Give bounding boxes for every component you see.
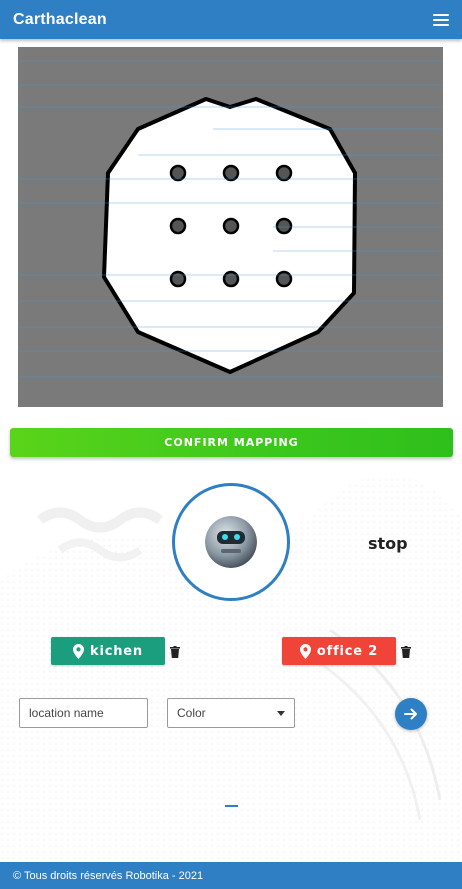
- robot-status-label[interactable]: stop: [368, 534, 408, 553]
- obstacle-marker: [169, 270, 187, 288]
- location-chip-office-2[interactable]: office 2: [282, 637, 396, 665]
- robot-face-icon: [205, 516, 257, 568]
- obstacle-marker: [169, 217, 187, 235]
- color-select-value: Color: [177, 706, 206, 720]
- obstacle-marker: [169, 164, 187, 182]
- trash-icon[interactable]: [170, 646, 180, 658]
- room-outline: [102, 97, 357, 374]
- map-view[interactable]: [18, 47, 443, 407]
- map-pin-icon: [73, 643, 85, 659]
- hamburger-menu-icon[interactable]: [433, 13, 449, 26]
- trash-icon[interactable]: [401, 646, 411, 658]
- obstacle-marker: [222, 217, 240, 235]
- obstacle-marker: [275, 217, 293, 235]
- top-app-bar: Carthaclean: [0, 0, 462, 39]
- map-pin-icon: [299, 643, 311, 659]
- location-chip-kichen[interactable]: kichen: [51, 637, 165, 665]
- chevron-down-icon: [277, 710, 285, 716]
- footer-text: © Tous droits réservés Robotika - 2021: [13, 869, 204, 882]
- obstacle-marker: [275, 270, 293, 288]
- obstacle-marker: [275, 164, 293, 182]
- location-name-input[interactable]: [19, 698, 148, 728]
- robot-control-button[interactable]: [172, 483, 290, 601]
- obstacle-marker: [222, 270, 240, 288]
- arrow-right-icon: [404, 708, 417, 720]
- add-location-button[interactable]: [395, 698, 427, 730]
- location-label: kichen: [90, 643, 143, 659]
- confirm-mapping-button[interactable]: CONFIRM MAPPING: [10, 428, 453, 457]
- footer: © Tous droits réservés Robotika - 2021: [0, 862, 462, 889]
- location-label: office 2: [316, 643, 379, 659]
- app-title: Carthaclean: [13, 10, 107, 28]
- color-select[interactable]: Color: [167, 698, 295, 728]
- page-indicator: [225, 805, 238, 807]
- obstacle-marker: [222, 164, 240, 182]
